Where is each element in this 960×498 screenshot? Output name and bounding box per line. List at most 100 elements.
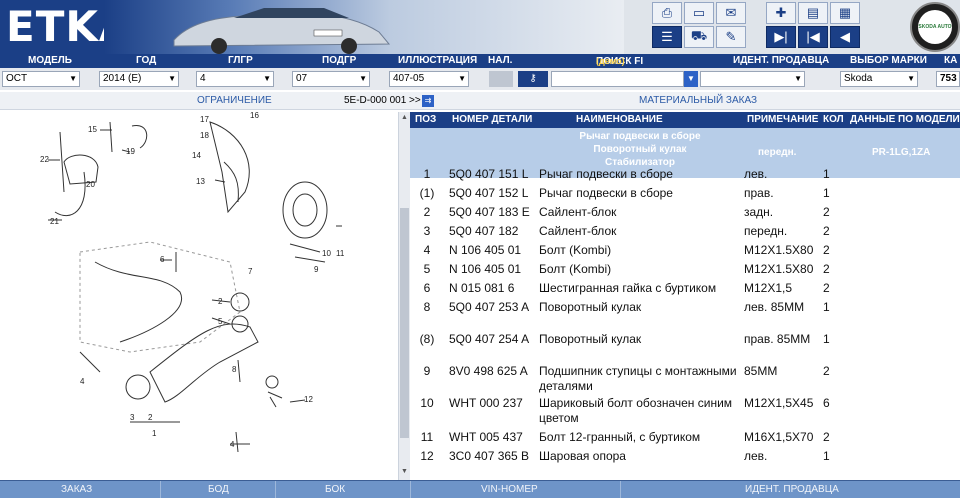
callout-label[interactable]: 20 bbox=[86, 180, 95, 189]
exploded-diagram: 1517181619222014132110 119672548123 214 bbox=[40, 111, 345, 453]
callout-label[interactable]: 7 bbox=[248, 267, 253, 276]
pages-icon: ▤ bbox=[806, 5, 820, 20]
list-icon: ☰ bbox=[661, 29, 673, 44]
window-icon: ▭ bbox=[692, 5, 706, 20]
pages-button[interactable]: ▤ bbox=[798, 2, 828, 24]
cell-num: WHT 000 237 bbox=[449, 396, 523, 410]
cell-name: Шариковый болт обозначен синим цветом bbox=[539, 396, 733, 425]
pin-button[interactable]: ✚ bbox=[766, 2, 796, 24]
cell-qty: 1 bbox=[823, 300, 830, 314]
cell-note: прав. bbox=[744, 186, 774, 200]
cell-name: Болт (Kombi) bbox=[539, 243, 612, 257]
illustration-select[interactable]: 407-05 ▼ bbox=[389, 71, 469, 87]
cell-qty: 1 bbox=[823, 186, 830, 200]
chevron-down-icon: ▼ bbox=[69, 74, 77, 83]
skip-start-icon: ▶| bbox=[774, 29, 788, 44]
skip-back-icon: |◀ bbox=[806, 29, 820, 44]
nal-indicator bbox=[489, 71, 513, 87]
brand-select[interactable]: Skoda ▼ bbox=[840, 71, 918, 87]
search-dropdown-button[interactable]: ▼ bbox=[684, 71, 698, 87]
main-group-select[interactable]: 4 ▼ bbox=[196, 71, 274, 87]
sub-group-select[interactable]: 07 ▼ bbox=[292, 71, 370, 87]
callout-label[interactable]: 16 bbox=[250, 111, 259, 120]
callout-label[interactable]: 22 bbox=[40, 155, 49, 164]
callout-label[interactable]: 2 bbox=[218, 297, 223, 306]
cell-pos: 8 bbox=[423, 300, 431, 314]
callout-label[interactable]: 18 bbox=[200, 131, 209, 140]
footer-order[interactable]: ЗАКАЗ bbox=[61, 484, 92, 495]
callout-label[interactable]: 12 bbox=[304, 395, 313, 404]
cell-name: Поворотный кулак bbox=[539, 332, 642, 346]
prev-button[interactable]: |◀ bbox=[798, 26, 828, 48]
callout-label[interactable]: 10 bbox=[322, 249, 331, 258]
dealer-select[interactable]: ▼ bbox=[700, 71, 805, 87]
parts-illustration[interactable]: 15 17 18 16 19 22 20 14 13 21 10 11 9 6 7 2 5 4 8 12 3 2 1 4 bbox=[0, 111, 400, 480]
footer-dealer[interactable]: ИДЕНТ. ПРОДАВЦА bbox=[745, 484, 839, 495]
callout-label[interactable]: 13 bbox=[196, 177, 205, 186]
scroll-thumb[interactable] bbox=[400, 208, 409, 438]
cell-num: N 106 405 01 bbox=[449, 243, 522, 257]
list-button[interactable]: ☰ bbox=[652, 26, 682, 48]
back-button[interactable]: ◀ bbox=[830, 26, 860, 48]
search-input[interactable] bbox=[551, 71, 684, 87]
callout-label[interactable]: 1 bbox=[152, 429, 157, 438]
edit-button[interactable]: ✎ bbox=[716, 26, 746, 48]
footer-side[interactable]: БОД bbox=[208, 484, 229, 495]
callout-label[interactable]: 5 bbox=[218, 317, 223, 326]
print-button[interactable]: ⎙ bbox=[652, 2, 682, 24]
cell-pos: 12 bbox=[420, 449, 434, 463]
key-button[interactable]: ⚷ bbox=[518, 71, 548, 87]
label-demo: (демо) bbox=[596, 56, 625, 66]
cell-pos: 2 bbox=[423, 205, 431, 219]
messages-button[interactable]: ✉ bbox=[716, 2, 746, 24]
label-year: ГОД bbox=[136, 55, 157, 66]
footer-vin[interactable]: VIN-НОМЕР bbox=[481, 484, 538, 495]
doc-button[interactable]: ▦ bbox=[830, 2, 860, 24]
cell-qty: 2 bbox=[823, 224, 830, 238]
document-icon: ▦ bbox=[838, 5, 852, 20]
callout-label[interactable]: 3 bbox=[130, 413, 135, 422]
callout-label[interactable]: 4 bbox=[80, 377, 85, 386]
chevron-down-icon: ▼ bbox=[907, 74, 915, 83]
scroll-up-icon[interactable]: ▲ bbox=[401, 114, 408, 121]
callout-label[interactable]: 21 bbox=[50, 217, 59, 226]
restriction-link[interactable]: ОГРАНИЧЕНИЕ bbox=[197, 95, 272, 106]
col-model-data: ДАННЫЕ ПО МОДЕЛИ bbox=[850, 114, 960, 125]
cart-button[interactable]: ⛟ bbox=[684, 26, 714, 48]
cell-name: Шаровая опора bbox=[539, 449, 626, 463]
next-illustration-icon[interactable]: ⇉ bbox=[422, 95, 434, 107]
pin-icon: ✚ bbox=[775, 5, 787, 20]
callout-label[interactable]: 14 bbox=[192, 151, 201, 160]
callout-label[interactable]: 17 bbox=[200, 115, 209, 124]
window-button[interactable]: ▭ bbox=[684, 2, 714, 24]
cell-pos: 5 bbox=[423, 262, 431, 276]
material-order-link[interactable]: МАТЕРИАЛЬНЫЙ ЗАКАЗ bbox=[639, 95, 757, 106]
year-select[interactable]: 2014 (E) ▼ bbox=[99, 71, 179, 87]
model-select[interactable]: OCT ▼ bbox=[2, 71, 80, 87]
callout-label[interactable]: 8 bbox=[232, 365, 237, 374]
callout-label[interactable]: 2 bbox=[148, 413, 153, 422]
key-icon: ⚷ bbox=[529, 73, 537, 84]
cell-note: M12X1.5X80 bbox=[744, 243, 814, 257]
callout-label[interactable]: 6 bbox=[160, 255, 165, 264]
cell-note: лев. 85MM bbox=[744, 300, 805, 314]
scroll-down-icon[interactable]: ▼ bbox=[401, 468, 408, 475]
callout-label[interactable]: 9 bbox=[314, 265, 319, 274]
callout-label[interactable]: 19 bbox=[126, 147, 135, 156]
first-button[interactable]: ▶| bbox=[766, 26, 796, 48]
cell-name: Болт (Kombi) bbox=[539, 262, 612, 276]
cell-note: прав. 85MM bbox=[744, 332, 811, 346]
callout-label[interactable]: 4 bbox=[230, 440, 235, 449]
cell-qty: 2 bbox=[823, 281, 830, 295]
illustration-scrollbar[interactable]: ▲ ▼ bbox=[398, 112, 410, 480]
callout-label[interactable]: 15 bbox=[88, 125, 97, 134]
callout-label[interactable]: 11 bbox=[336, 249, 345, 258]
app-brand: ETKA bbox=[0, 0, 131, 54]
footer-bok[interactable]: БОК bbox=[325, 484, 345, 495]
cell-pos: 1 bbox=[423, 167, 431, 181]
cell-qty: 2 bbox=[823, 205, 830, 219]
chevron-down-icon: ▼ bbox=[359, 74, 367, 83]
cat-field[interactable]: 753 bbox=[936, 71, 960, 87]
chevron-down-icon: ▼ bbox=[168, 74, 176, 83]
logo-text: SKODA AUTO bbox=[918, 24, 952, 30]
